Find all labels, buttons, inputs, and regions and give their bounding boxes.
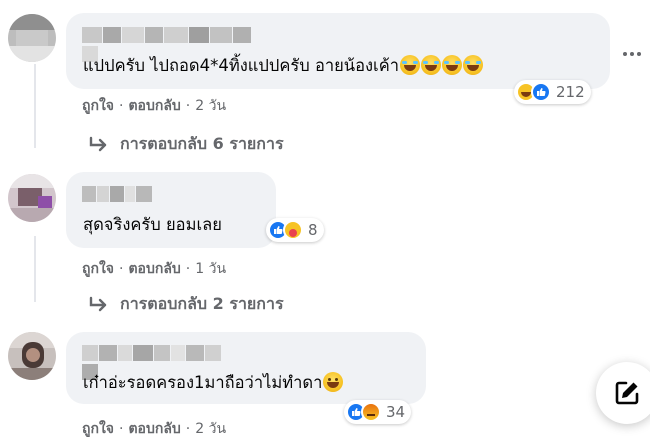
avatar[interactable] — [8, 14, 56, 62]
more-horizontal-icon — [623, 52, 627, 56]
comment-actions: ถูกใจ · ตอบกลับ · 1 วัน — [82, 258, 226, 280]
reply-button[interactable]: ตอบกลับ — [128, 261, 180, 277]
reply-button[interactable]: ตอบกลับ — [128, 98, 180, 114]
reaction-summary[interactable]: 212 — [514, 80, 591, 104]
reply-button[interactable]: ตอบกลับ — [128, 421, 180, 437]
reply-arrow-icon — [89, 136, 107, 151]
more-options-button[interactable] — [620, 42, 644, 66]
comment-bubble: สุดจริงครับ ยอมเลย — [66, 172, 276, 248]
rolling-on-floor-laughing-icon — [400, 55, 420, 75]
like-button[interactable]: ถูกใจ — [82, 421, 114, 437]
reaction-summary[interactable]: 34 — [344, 400, 412, 424]
comment-text-content: สุดจริงครับ ยอมเลย — [83, 215, 222, 234]
commenter-name-blurred[interactable] — [82, 186, 154, 202]
view-replies-link[interactable]: การตอบกลับ 2 รายการ — [88, 292, 284, 317]
separator-dot: · — [185, 261, 191, 277]
more-horizontal-icon-dot — [630, 52, 634, 56]
comment-text: สุดจริงครับ ยอมเลย — [83, 214, 222, 236]
commenter-name-blurred[interactable] — [82, 27, 268, 62]
reaction-summary[interactable]: 8 — [266, 218, 324, 242]
view-replies-label: การตอบกลับ 2 รายการ — [120, 294, 284, 313]
reaction-count: 212 — [556, 83, 585, 101]
view-replies-link[interactable]: การตอบกลับ 6 รายการ — [88, 132, 284, 157]
comment-timestamp[interactable]: 2 วัน — [195, 98, 226, 114]
like-button[interactable]: ถูกใจ — [82, 261, 114, 277]
like-reaction-icon — [531, 82, 551, 102]
separator-dot: · — [119, 261, 124, 277]
rolling-on-floor-laughing-icon — [442, 55, 462, 75]
thread-line — [34, 64, 36, 148]
comment-timestamp[interactable]: 2 วัน — [195, 421, 226, 437]
comment-actions: ถูกใจ · ตอบกลับ · 2 วัน — [82, 418, 226, 440]
comment-bubble: เก๋าอ่ะรอดครอง1มาถือว่าไม่ทำดา — [66, 332, 426, 404]
view-replies-label: การตอบกลับ 6 รายการ — [120, 134, 284, 153]
separator-dot: · — [119, 421, 124, 437]
compose-button[interactable] — [596, 362, 650, 424]
comment-timestamp[interactable]: 1 วัน — [195, 261, 226, 277]
rolling-on-floor-laughing-icon — [421, 55, 441, 75]
grinning-face-icon — [323, 372, 344, 392]
separator-dot: · — [185, 421, 191, 437]
comment-text: แปปครับ ไปถอด4*4ทิ้งแปปครับ อายน้องเค้า — [83, 55, 483, 77]
comment-actions: ถูกใจ · ตอบกลับ · 2 วัน — [82, 95, 226, 117]
thread-line — [34, 236, 36, 302]
edit-compose-icon — [615, 381, 639, 405]
more-horizontal-icon-dot — [637, 52, 641, 56]
rolling-on-floor-laughing-icon — [463, 55, 483, 75]
separator-dot: · — [185, 98, 191, 114]
avatar[interactable] — [8, 332, 56, 380]
comment-bubble: แปปครับ ไปถอด4*4ทิ้งแปปครับ อายน้องเค้า — [66, 13, 610, 89]
commenter-name-blurred[interactable] — [82, 345, 238, 380]
angry-reaction-icon — [361, 402, 381, 422]
avatar[interactable] — [8, 174, 56, 222]
care-reaction-icon — [283, 220, 303, 240]
separator-dot: · — [119, 98, 124, 114]
like-button[interactable]: ถูกใจ — [82, 98, 114, 114]
reply-arrow-icon — [89, 296, 107, 311]
comment-text: เก๋าอ่ะรอดครอง1มาถือว่าไม่ทำดา — [83, 372, 344, 394]
reaction-count: 34 — [386, 403, 406, 421]
comment-text-content: แปปครับ ไปถอด4*4ทิ้งแปปครับ อายน้องเค้า — [83, 56, 399, 75]
comment-text-content: เก๋าอ่ะรอดครอง1มาถือว่าไม่ทำดา — [83, 373, 323, 392]
reaction-count: 8 — [308, 221, 318, 239]
